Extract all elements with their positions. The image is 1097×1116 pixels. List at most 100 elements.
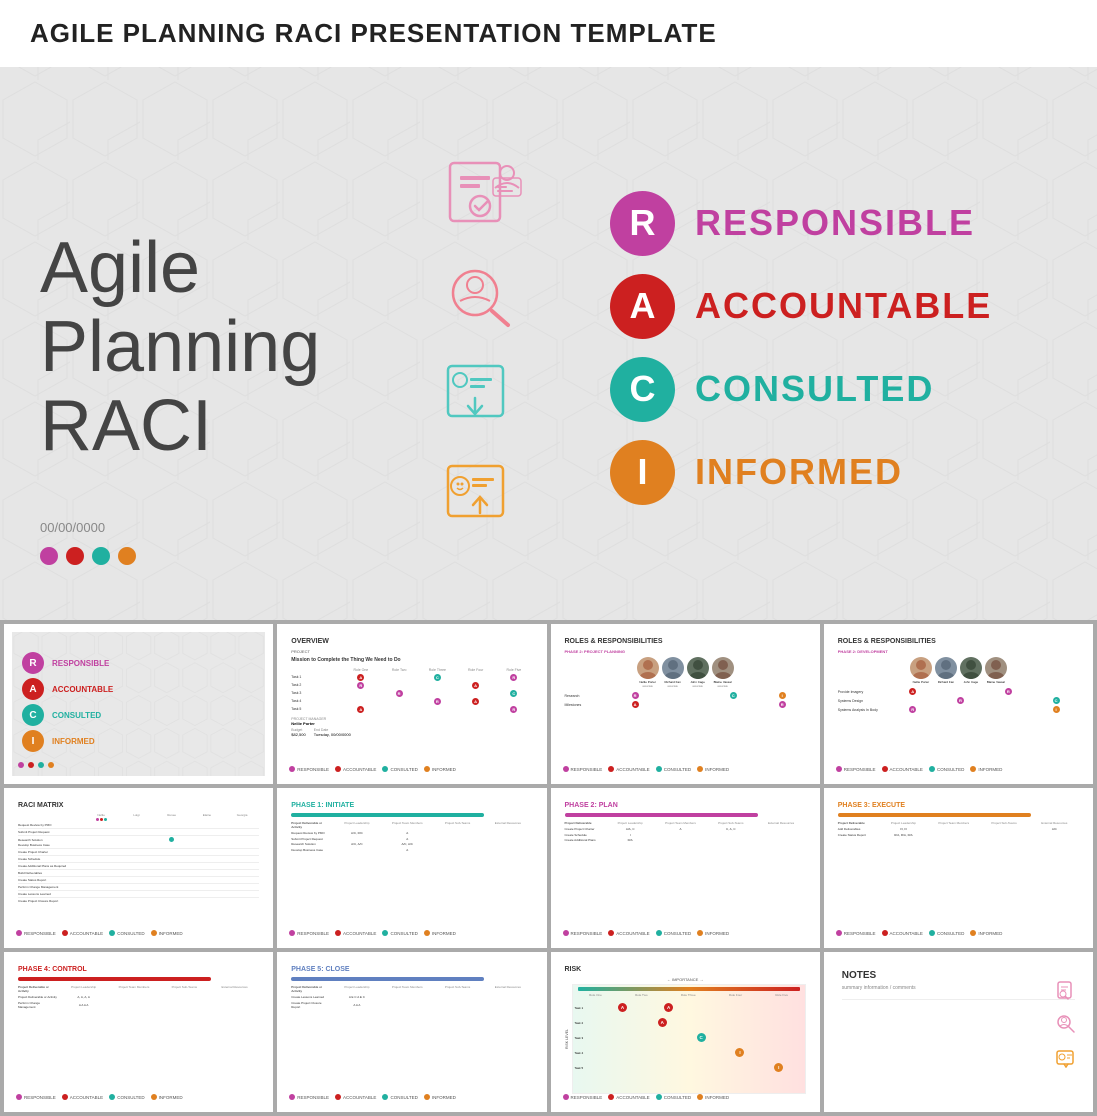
avatar-r2-1 <box>910 657 932 679</box>
avatar-2 <box>662 657 684 679</box>
avatar-3 <box>687 657 709 679</box>
raci-row-a: A ACCOUNTABLE <box>610 274 1067 339</box>
overview-footer: RESPONSIBLE ACCOUNTABLE CONSULTED INFORM… <box>289 766 534 772</box>
raci-row-i: I INFORMED <box>610 440 1067 505</box>
phase1-footer: RESPONSIBLE ACCOUNTABLE CONSULTED INFORM… <box>289 930 534 936</box>
roles2-title: ROLES & RESPONSIBILITIES <box>838 638 1079 645</box>
thumbnail-phase4[interactable]: PHASE 4: CONTROL Project Deliverable or … <box>4 952 273 1112</box>
risk-importance-label: ← IMPORTANCE → <box>565 977 806 982</box>
raci-label-consulted: CONSULTED <box>695 368 934 410</box>
color-dots <box>40 547 136 565</box>
main-content-area: AgilePlanningRACI <box>0 75 1097 620</box>
thumbnail-roles-1[interactable]: ROLES & RESPONSIBILITIES PHASE 2: PROJEC… <box>551 624 820 784</box>
raci-circle-r: R <box>610 191 675 256</box>
notes-icon-document <box>1055 980 1077 1007</box>
matrix-rows: Request Review by PMO Submit Project Req… <box>18 823 259 903</box>
phase1-bar <box>291 813 484 817</box>
risk-footer: RESPONSIBLE ACCOUNTABLE CONSULTED INFORM… <box>563 1094 808 1100</box>
thumb-label-r: RESPONSIBLE <box>52 659 109 668</box>
roles1-title: ROLES & RESPONSIBILITIES <box>565 638 806 645</box>
roles2-phase: PHASE 2: DEVELOPMENT <box>838 649 1079 654</box>
card-download-icon <box>438 358 523 438</box>
thumbnail-risk[interactable]: RISK ← IMPORTANCE → RISK LEVEL Role One … <box>551 952 820 1112</box>
thumb-raci-item-c: C CONSULTED <box>22 704 255 726</box>
overview-end-value: Tuesday, 00/00/0000 <box>314 732 351 737</box>
thumbnail-slide-1[interactable]: R RESPONSIBLE A ACCOUNTABLE C CONSULTED … <box>4 624 273 784</box>
phase5-footer: RESPONSIBLE ACCOUNTABLE CONSULTED INFORM… <box>289 1094 534 1100</box>
raci-row-c: C CONSULTED <box>610 357 1067 422</box>
roles2-footer: RESPONSIBLE ACCOUNTABLE CONSULTED INFORM… <box>836 766 1081 772</box>
avatar-r2-2 <box>935 657 957 679</box>
dot-accountable <box>66 547 84 565</box>
roles2-avatars: Nellie Porter Richard Fan John Cage <box>838 657 1079 684</box>
raci-row-r: R RESPONSIBLE <box>610 191 1067 256</box>
avatar-4 <box>712 657 734 679</box>
phase1-title: PHASE 1: INITIATE <box>291 802 532 809</box>
phase3-bar <box>838 813 1031 817</box>
phase3-title: PHASE 3: EXECUTE <box>838 802 1079 809</box>
raci-circle-i: I <box>610 440 675 505</box>
thumb-label-a: ACCOUNTABLE <box>52 685 113 694</box>
notes-icons <box>1055 980 1077 1073</box>
phase4-bar <box>18 977 211 981</box>
thumb-dots <box>18 762 54 768</box>
phase4-title: PHASE 4: CONTROL <box>18 966 259 973</box>
notes-divider <box>842 999 1075 1000</box>
thumb-circle-r: R <box>22 652 44 674</box>
phase1-rows: Request Review by PMO A/C, R/C A Submit … <box>291 831 532 852</box>
thumbnail-phase1[interactable]: PHASE 1: INITIATE Project Deliverable or… <box>277 788 546 948</box>
thumb-circle-c: C <box>22 704 44 726</box>
thumb-label-c: CONSULTED <box>52 711 101 720</box>
phase2-rows: Create Project Charter A/A, C A C, A, C … <box>565 827 806 842</box>
thumbnail-matrix[interactable]: RACI MATRIX Nellie Luigi Renee Elaine Ge… <box>4 788 273 948</box>
phase2-footer: RESPONSIBLE ACCOUNTABLE CONSULTED INFORM… <box>563 930 808 936</box>
agile-title: AgilePlanningRACI <box>40 229 340 467</box>
avatar-r2-3 <box>960 657 982 679</box>
notes-icon-search <box>1055 1013 1077 1040</box>
dot-responsible <box>40 547 58 565</box>
overview-pm-name: Nellie Porter <box>291 721 532 726</box>
search-person-icon <box>440 263 520 338</box>
roles1-rows: Research R C I Milestones A R <box>565 692 806 708</box>
thumbnail-notes[interactable]: NOTES summary information / comments <box>824 952 1093 1112</box>
phase4-footer: RESPONSIBLE ACCOUNTABLE CONSULTED INFORM… <box>16 1094 261 1100</box>
thumbnail-overview[interactable]: OVERVIEW PROJECT Mission to Complete the… <box>277 624 546 784</box>
notes-icon-card <box>1055 1046 1077 1073</box>
overview-title: OVERVIEW <box>291 638 532 645</box>
thumbnails-grid: R RESPONSIBLE A ACCOUNTABLE C CONSULTED … <box>0 620 1097 1116</box>
notes-title: NOTES <box>842 970 1075 981</box>
main-slide: AGILE PLANNING RACI PRESENTATION TEMPLAT… <box>0 0 1097 620</box>
roles1-phase: PHASE 2: PROJECT PLANNING <box>565 649 806 654</box>
matrix-footer: RESPONSIBLE ACCOUNTABLE CONSULTED INFORM… <box>16 930 261 936</box>
phase5-title: PHASE 5: CLOSE <box>291 966 532 973</box>
raci-circle-a: A <box>610 274 675 339</box>
phase5-bar <box>291 977 484 981</box>
overview-budget-value: $82,500 <box>291 732 305 737</box>
card-upload-icon <box>438 458 523 538</box>
avatar-r2-4 <box>985 657 1007 679</box>
raci-label-informed: INFORMED <box>695 451 903 493</box>
document-icon-pink <box>435 158 525 243</box>
roles1-avatars: Nellie Porter associate Richard Fan asso… <box>565 657 806 688</box>
thumb-circle-a: A <box>22 678 44 700</box>
avatar-1 <box>637 657 659 679</box>
thumb-circle-i: I <box>22 730 44 752</box>
phase3-footer: RESPONSIBLE ACCOUNTABLE CONSULTED INFORM… <box>836 930 1081 936</box>
thumbnail-phase2[interactable]: PHASE 2: PLAN Project Deliverable Projec… <box>551 788 820 948</box>
thumb-raci-item-i: I INFORMED <box>22 730 255 752</box>
overview-project-label: PROJECT <box>291 649 532 654</box>
risk-level-label: RISK LEVEL <box>565 1029 569 1049</box>
phase3-rows: Add Deliverables I/I, I/I A/C Create Sta… <box>838 827 1079 837</box>
risk-title: RISK <box>565 966 806 973</box>
thumbnail-phase5[interactable]: PHASE 5: CLOSE Project Deliverable or Ac… <box>277 952 546 1112</box>
overview-project-name: Mission to Complete the Thing We Need to… <box>291 657 532 664</box>
notes-subtitle: summary information / comments <box>842 985 1075 991</box>
phase2-bar <box>565 813 758 817</box>
dot-consulted <box>92 547 110 565</box>
phase5-rows: Create Lessons Learned A E C A E C Creat… <box>291 995 532 1009</box>
thumbnail-phase3[interactable]: PHASE 3: EXECUTE Project Deliverable Pro… <box>824 788 1093 948</box>
matrix-title: RACI MATRIX <box>18 802 259 809</box>
thumbnail-roles-2[interactable]: ROLES & RESPONSIBILITIES PHASE 2: DEVELO… <box>824 624 1093 784</box>
roles1-footer: RESPONSIBLE ACCOUNTABLE CONSULTED INFORM… <box>563 766 808 772</box>
raci-circle-c: C <box>610 357 675 422</box>
